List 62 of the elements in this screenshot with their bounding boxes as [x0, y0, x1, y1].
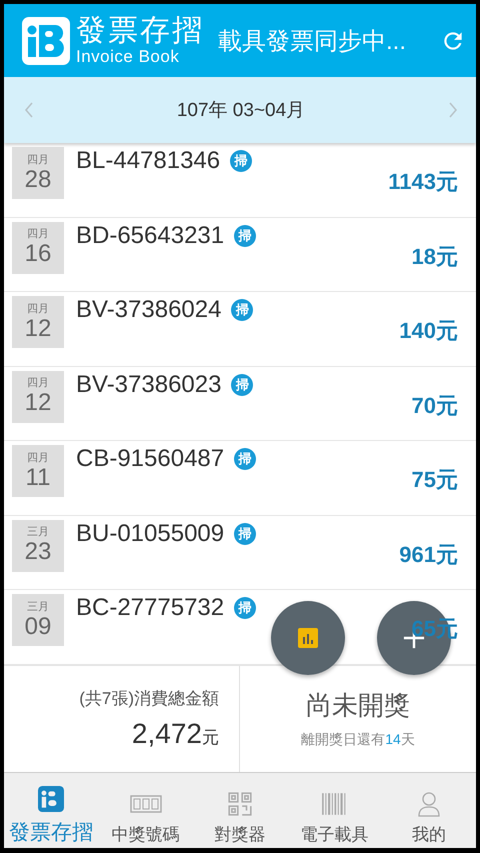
invoice-amount: 961元	[399, 540, 458, 568]
day-number: 16	[24, 242, 52, 266]
summary-label: (共7張)消費總金額	[79, 688, 219, 710]
qr-code-icon	[227, 791, 254, 817]
month-label: 四月	[27, 304, 49, 314]
invoice-number: BC-27775732	[76, 594, 224, 622]
total-amount: 2,472元	[132, 718, 219, 750]
draw-status: 尚未開獎	[306, 689, 410, 722]
nav-tab[interactable]: 我的	[382, 772, 476, 848]
month-label: 四月	[27, 378, 49, 389]
period-label: 107年 03~04月	[176, 99, 306, 123]
invoice-number: BD-65643231	[76, 222, 224, 250]
day-number: 12	[24, 316, 52, 340]
draw-countdown: 離開獎日還有14天	[301, 731, 415, 749]
invoice-row[interactable]: 三月 23 BU-01055009 掃 961元	[4, 516, 476, 590]
invoice-row[interactable]: 四月 12 BV-37386023 掃 70元	[4, 366, 476, 441]
month-label: 四月	[27, 154, 49, 166]
month-label: 四月	[27, 229, 49, 240]
day-number: 09	[24, 614, 52, 638]
scan-badge: 掃	[234, 522, 256, 544]
invoice-number: BL-44781346	[76, 147, 220, 175]
app-name: 發票存摺	[76, 16, 204, 46]
chevron-left-icon[interactable]	[24, 101, 34, 119]
invoice-row[interactable]: 四月 28 BL-44781346 掃 1143元	[4, 143, 476, 218]
scan-badge: 掃	[234, 597, 256, 619]
invoice-number: BV-37386024	[76, 296, 222, 324]
invoice-row[interactable]: 四月 12 BV-37386024 掃 140元	[4, 292, 476, 366]
month-label: 三月	[27, 602, 49, 612]
person-icon	[416, 791, 442, 817]
scan-badge: 掃	[234, 448, 256, 470]
day-number: 11	[26, 466, 50, 490]
scan-badge: 掃	[231, 299, 254, 321]
invoice-row[interactable]: 四月 11 CB-91560487 掃 75元	[4, 441, 476, 516]
month-label: 四月	[27, 452, 49, 464]
barcode-icon	[321, 791, 348, 817]
day-number: 12	[24, 391, 52, 415]
invoice-amount: 70元	[412, 392, 458, 420]
app-subtitle: Invoice Book	[76, 48, 180, 65]
nav-tab[interactable]: 中獎號碼	[98, 772, 193, 848]
month-label: 三月	[27, 527, 49, 538]
logo-icon	[38, 786, 64, 812]
sync-status: 載具發票同步中...	[218, 26, 406, 56]
chart-fab[interactable]	[271, 601, 345, 675]
invoice-amount: 140元	[399, 317, 458, 345]
invoice-number: BU-01055009	[76, 520, 224, 548]
bar-chart-icon	[298, 628, 318, 648]
logo-icon	[22, 16, 70, 64]
scan-badge: 掃	[231, 374, 254, 396]
day-number: 23	[24, 540, 52, 564]
chevron-right-icon[interactable]	[448, 101, 458, 119]
day-number: 28	[24, 168, 52, 192]
scan-badge: 掃	[230, 150, 252, 172]
invoice-number: CB-91560487	[76, 445, 224, 473]
invoice-number: BV-37386023	[76, 370, 222, 398]
invoice-row[interactable]: 四月 16 BD-65643231 掃 18元	[4, 218, 476, 292]
invoice-amount: 1143元	[388, 168, 458, 196]
nav-tab[interactable]: 對獎器	[192, 772, 288, 848]
invoice-amount: 18元	[412, 242, 458, 270]
scan-badge: 掃	[234, 224, 256, 246]
number-display-icon	[130, 794, 162, 814]
nav-tab[interactable]: 電子載具	[287, 772, 382, 848]
invoice-amount: 75元	[412, 466, 458, 494]
